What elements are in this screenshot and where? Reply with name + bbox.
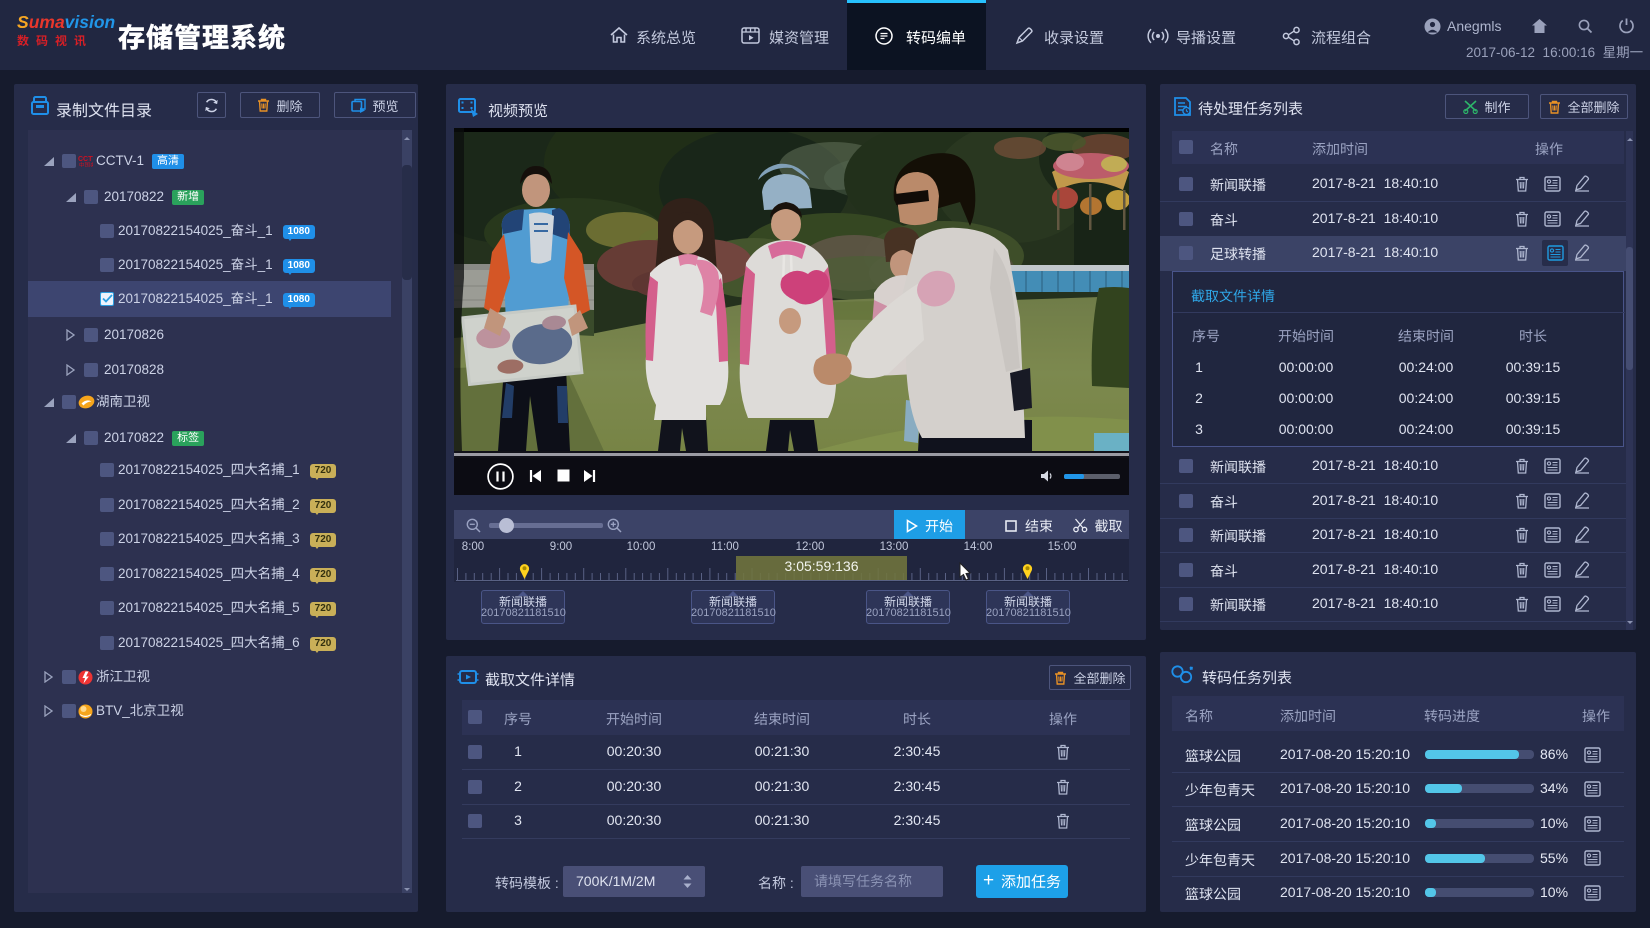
svg-text:CCTV: CCTV: [78, 156, 93, 163]
